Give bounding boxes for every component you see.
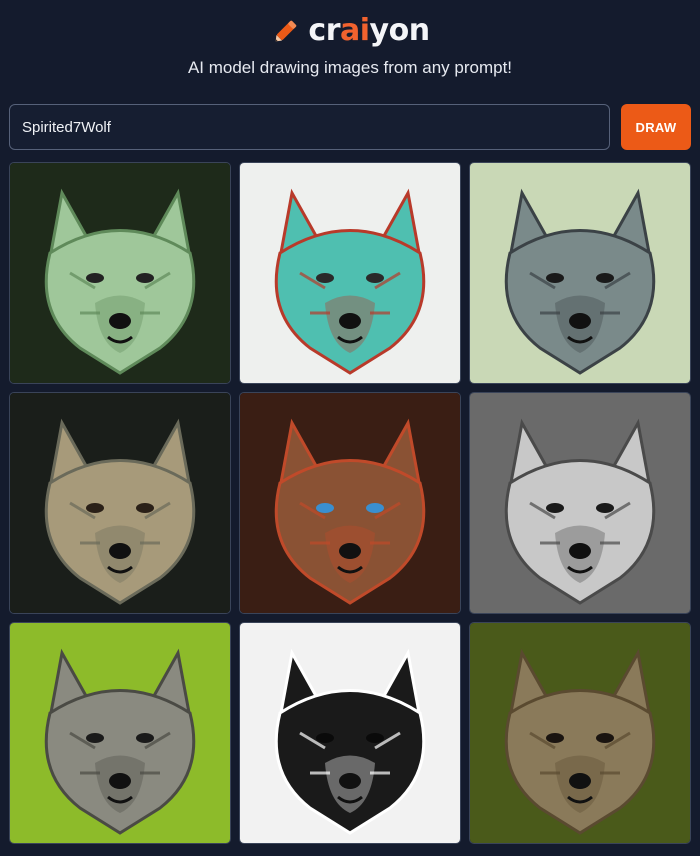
generated-image-1[interactable] — [9, 162, 231, 384]
generated-image-9[interactable] — [469, 622, 691, 844]
generated-image-8[interactable] — [239, 622, 461, 844]
generated-image-5[interactable] — [239, 392, 461, 614]
pencil-icon — [276, 20, 297, 42]
wolf-image — [470, 623, 690, 843]
logo[interactable]: craiyon — [0, 8, 700, 52]
wolf-image — [470, 163, 690, 383]
tagline: AI model drawing images from any prompt! — [187, 58, 513, 77]
generated-image-4[interactable] — [9, 392, 231, 614]
draw-button[interactable]: DRAW — [621, 104, 691, 150]
wolf-image — [10, 623, 230, 843]
generated-image-2[interactable] — [239, 162, 461, 384]
logo-wordmark: craiyon — [308, 12, 430, 48]
wolf-image — [10, 163, 230, 383]
image-grid — [9, 162, 691, 844]
wolf-image — [10, 393, 230, 613]
wolf-image — [240, 393, 460, 613]
generated-image-7[interactable] — [9, 622, 231, 844]
wolf-image — [240, 163, 460, 383]
wolf-image — [470, 393, 690, 613]
generated-image-6[interactable] — [469, 392, 691, 614]
wolf-image — [240, 623, 460, 843]
craiyon-app: craiyon AI model drawing images from any… — [0, 0, 700, 856]
generated-image-3[interactable] — [469, 162, 691, 384]
prompt-input[interactable] — [9, 104, 610, 150]
